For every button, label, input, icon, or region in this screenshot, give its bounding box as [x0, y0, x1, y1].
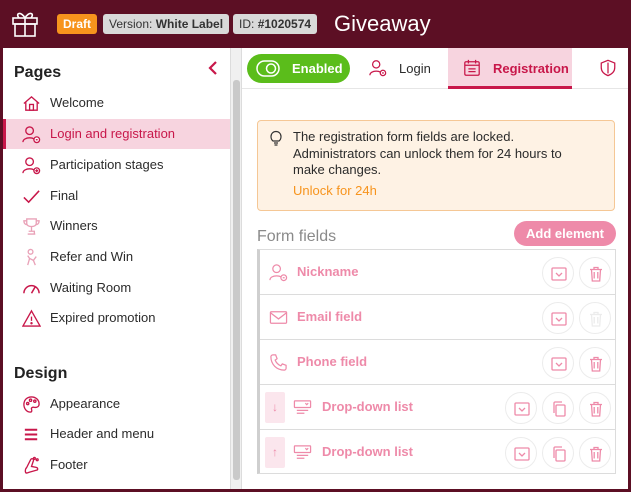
warning-icon — [22, 309, 41, 328]
shield-icon — [599, 59, 617, 77]
id-badge: ID: #1020574 — [233, 14, 318, 34]
sidebar-item-waiting-room[interactable]: Waiting Room — [3, 273, 230, 303]
sidebar-item-final[interactable]: Final — [3, 181, 230, 211]
duplicate-field-button[interactable] — [542, 437, 574, 469]
user-icon — [269, 263, 288, 282]
form-field-row[interactable]: ↑ Drop-down list — [260, 430, 616, 475]
form-field-row[interactable]: Phone field — [260, 340, 616, 385]
gift-icon[interactable] — [9, 7, 41, 39]
unlock-link[interactable]: Unlock for 24h — [293, 183, 377, 198]
lightbulb-icon — [268, 130, 284, 146]
form-fields-title: Form fields — [257, 228, 337, 245]
delete-field-button-disabled — [579, 302, 611, 334]
delete-field-button[interactable] — [579, 257, 611, 289]
form-field-row[interactable]: ↓ Drop-down list — [260, 385, 616, 430]
top-bar: Draft Version: White Label ID: #1020574 … — [0, 0, 631, 48]
notice-text: The registration form fields are locked.… — [293, 129, 562, 177]
dropdown-icon — [293, 443, 312, 462]
trash-icon — [590, 446, 602, 462]
sidebar-item-footer[interactable]: Footer — [3, 450, 230, 480]
delete-field-button[interactable] — [579, 392, 611, 424]
pages-heading: Pages — [14, 64, 62, 81]
trash-icon — [590, 401, 602, 417]
tab-security[interactable] — [594, 48, 624, 89]
chevron-box-icon — [551, 312, 567, 326]
user-lock-icon — [22, 125, 41, 144]
palette-icon — [22, 395, 41, 414]
form-field-row[interactable]: Nickname — [260, 250, 616, 295]
tab-registration[interactable]: Registration — [448, 48, 572, 89]
copy-icon — [553, 446, 566, 462]
version-badge: Version: White Label — [103, 14, 230, 34]
status-badge: Draft — [57, 14, 98, 34]
collapse-chevron-icon[interactable] — [205, 60, 221, 76]
check-icon — [22, 187, 41, 206]
locked-fields-notice: The registration form fields are locked.… — [257, 120, 615, 211]
expand-field-button[interactable] — [542, 347, 574, 379]
page-title: Giveaway — [334, 11, 431, 36]
sidebar-scrollbar[interactable] — [230, 48, 242, 489]
footer-icon — [22, 456, 41, 475]
sidebar-item-welcome[interactable]: Welcome — [3, 88, 230, 118]
refer-icon — [22, 248, 41, 267]
tab-login[interactable]: Login — [362, 48, 446, 89]
chevron-box-icon — [551, 357, 567, 371]
dropdown-icon — [293, 398, 312, 417]
chevron-box-icon — [551, 267, 567, 281]
phone-icon — [269, 353, 288, 372]
calendar-form-icon — [463, 59, 481, 77]
toggle-switch-icon — [256, 60, 280, 77]
move-down-button[interactable]: ↓ — [265, 392, 285, 423]
user-lock-icon — [369, 59, 387, 77]
duplicate-field-button[interactable] — [542, 392, 574, 424]
scrollbar-thumb[interactable] — [233, 80, 240, 480]
sidebar-item-refer-and-win[interactable]: Refer and Win — [3, 242, 230, 272]
delete-field-button[interactable] — [579, 347, 611, 379]
form-fields-list: Nickname Email field Phone field ↓ Drop-… — [257, 249, 616, 474]
main-panel: Enabled Login Registration The registrat… — [242, 48, 628, 489]
home-icon — [22, 94, 41, 113]
design-heading: Design — [14, 365, 68, 382]
sidebar-item-winners[interactable]: Winners — [3, 211, 230, 241]
trash-icon — [590, 311, 602, 327]
chevron-box-icon — [514, 402, 530, 416]
enabled-toggle[interactable]: Enabled — [247, 54, 350, 83]
trophy-icon — [22, 217, 41, 236]
tab-bar: Enabled Login Registration — [242, 48, 628, 89]
delete-field-button[interactable] — [579, 437, 611, 469]
sidebar-item-header-menu[interactable]: Header and menu — [3, 419, 230, 449]
sidebar: Pages Welcome Login and registration Par… — [3, 48, 230, 489]
expand-field-button[interactable] — [542, 302, 574, 334]
expand-field-button[interactable] — [542, 257, 574, 289]
copy-icon — [553, 401, 566, 417]
move-up-button[interactable]: ↑ — [265, 437, 285, 468]
chevron-box-icon — [514, 447, 530, 461]
trash-icon — [590, 266, 602, 282]
expand-field-button[interactable] — [505, 392, 537, 424]
gauge-icon — [22, 279, 41, 298]
expand-field-button[interactable] — [505, 437, 537, 469]
user-add-icon — [22, 156, 41, 175]
form-field-row[interactable]: Email field — [260, 295, 616, 340]
sidebar-item-expired-promotion[interactable]: Expired promotion — [3, 303, 230, 333]
sidebar-item-appearance[interactable]: Appearance — [3, 389, 230, 419]
sidebar-item-participation-stages[interactable]: Participation stages — [3, 150, 230, 180]
menu-icon — [22, 425, 41, 444]
trash-icon — [590, 356, 602, 372]
add-element-button[interactable]: Add element — [514, 221, 616, 246]
envelope-icon — [269, 308, 288, 327]
sidebar-item-login-registration[interactable]: Login and registration — [3, 119, 230, 149]
